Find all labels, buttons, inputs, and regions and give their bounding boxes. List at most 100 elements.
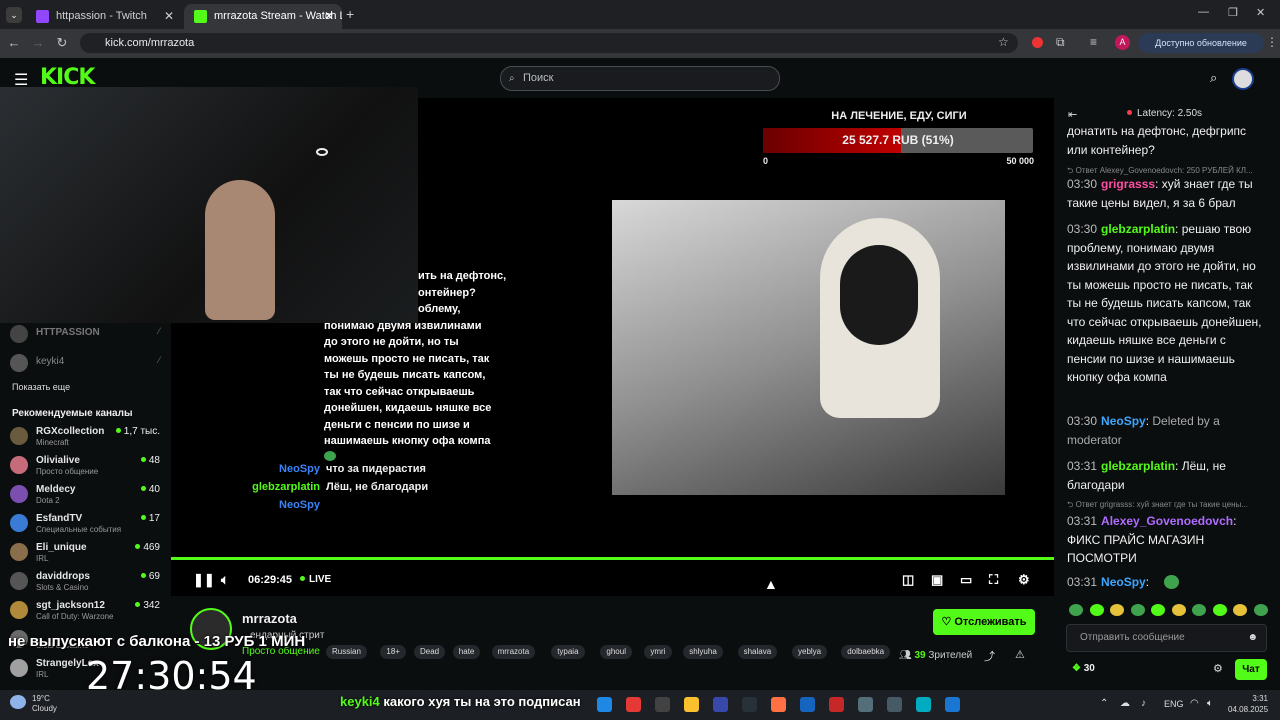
emote-icon[interactable] xyxy=(1253,604,1268,616)
emote-icon[interactable] xyxy=(1233,604,1247,616)
volume-icon[interactable]: 🔈︎ xyxy=(221,572,229,588)
taskbar-app-icon[interactable] xyxy=(655,697,670,712)
show-more-link[interactable]: Показать еще xyxy=(12,382,70,392)
recommended-channel[interactable]: Olivialive Просто общение 48 xyxy=(10,455,170,483)
taskbar-app-icon[interactable] xyxy=(800,697,815,712)
emote-icon[interactable] xyxy=(1192,604,1206,616)
media-icon[interactable]: ≡ xyxy=(1090,35,1097,49)
stream-tag[interactable]: ymri xyxy=(644,645,672,659)
chrome-update-button[interactable]: Доступно обновление Chrome xyxy=(1138,33,1264,68)
settings-gear-icon[interactable]: ⚙ xyxy=(1018,572,1030,588)
stream-tag[interactable]: ghoul xyxy=(600,645,632,659)
taskbar-app-icon[interactable] xyxy=(597,697,612,712)
follow-button[interactable]: ♡ Отслеживать xyxy=(933,609,1035,635)
emote-icon[interactable] xyxy=(1151,604,1165,616)
address-bar[interactable]: kick.com/mrrazota xyxy=(80,33,1018,53)
fullscreen-icon[interactable]: ⛶ xyxy=(989,572,998,588)
taskbar-app-icon[interactable] xyxy=(771,697,786,712)
taskbar-app-icon[interactable] xyxy=(626,697,641,712)
recommended-channel[interactable]: Meldecy Dota 2 40 xyxy=(10,484,170,512)
message-username[interactable]: NeoSpy xyxy=(1101,575,1146,589)
taskbar-app-icon[interactable] xyxy=(713,697,728,712)
stream-tag[interactable]: typaia xyxy=(551,645,585,659)
stream-tag[interactable]: shlyuha xyxy=(683,645,723,659)
message-username[interactable]: grigrasss xyxy=(1101,177,1155,191)
new-tab-icon[interactable]: + xyxy=(346,6,354,22)
forward-icon[interactable]: → xyxy=(30,35,46,50)
report-icon[interactable]: ⚠ xyxy=(1015,648,1025,661)
stream-tag[interactable]: 18+ xyxy=(380,645,406,659)
restore-icon[interactable]: ❐ xyxy=(1228,6,1238,19)
taskbar-app-icon[interactable] xyxy=(887,697,902,712)
tray-chevron-icon[interactable]: ⌃ xyxy=(1100,698,1108,709)
pause-icon[interactable]: ❚❚ xyxy=(193,572,215,588)
send-chat-button[interactable]: Чат xyxy=(1235,659,1267,680)
chat-settings-icon[interactable]: ⚙ xyxy=(1213,662,1223,675)
taskbar-clock[interactable]: 3:31 04.08.2025 xyxy=(1228,693,1268,715)
message-username[interactable]: Alexey_Govenoedovch xyxy=(1101,514,1233,528)
taskbar-app-icon[interactable] xyxy=(684,697,699,712)
taskbar-app-icon[interactable] xyxy=(829,697,844,712)
recommended-channel[interactable]: sgt_jackson12 Call of Duty: Warzone 342 xyxy=(10,600,170,628)
recommended-channel[interactable]: daviddrops Slots & Casino 69 xyxy=(10,571,170,599)
channel-points[interactable]: ❖ 30 xyxy=(1072,663,1095,674)
tab-twitch[interactable]: httpassion - Twitch ✕ xyxy=(26,4,182,29)
message-username[interactable]: glebzarplatin xyxy=(1101,222,1175,236)
search-input[interactable]: ⌕ Поиск xyxy=(500,66,780,91)
stream-tag[interactable]: Russian xyxy=(326,645,367,659)
stream-tag[interactable]: dolbaebka xyxy=(841,645,891,659)
reload-icon[interactable]: ↻ xyxy=(54,35,70,51)
emote-icon[interactable] xyxy=(1212,604,1227,616)
tab-kick[interactable]: mrrazota Stream - Watch Li ✕ xyxy=(184,4,342,29)
user-avatar[interactable] xyxy=(1232,68,1254,90)
emote-icon[interactable] xyxy=(1110,604,1124,616)
clip-icon[interactable]: ▣ xyxy=(931,572,943,588)
taskbar-app-icon[interactable] xyxy=(916,697,931,712)
close-tab-icon[interactable]: ✕ xyxy=(164,4,174,29)
minimize-icon[interactable]: — xyxy=(1198,6,1209,18)
tray-network-icon[interactable]: ☁ xyxy=(1120,698,1130,709)
chat-input[interactable]: Отправить сообщение ☻ xyxy=(1066,624,1267,652)
emote-icon[interactable] xyxy=(1089,604,1104,616)
followed-channel[interactable]: HTTPASSION ⁄ xyxy=(10,324,170,352)
theater-mode-icon[interactable]: ▭ xyxy=(960,572,972,588)
stream-tag[interactable]: Dead xyxy=(414,645,446,659)
mini-player-icon[interactable]: ◫ xyxy=(902,572,914,588)
stream-tag[interactable]: yeblya xyxy=(792,645,828,659)
extension-icon[interactable] xyxy=(1032,37,1043,48)
bookmark-star-icon[interactable]: ☆ xyxy=(998,35,1009,49)
stream-tag[interactable]: hate xyxy=(452,645,481,659)
tray-volume-icon[interactable]: 🔈︎ xyxy=(1207,698,1213,709)
weather-widget[interactable]: 19°C Cloudy xyxy=(10,694,57,714)
close-window-icon[interactable]: ✕ xyxy=(1256,6,1265,19)
emoji-icon[interactable]: ☻ xyxy=(1247,625,1258,651)
emote-icon[interactable] xyxy=(1069,604,1083,616)
taskbar-app-icon[interactable] xyxy=(858,697,873,712)
notifications-icon[interactable]: ⌕ xyxy=(1210,70,1217,86)
message-username[interactable]: NeoSpy xyxy=(1101,414,1146,428)
stream-tag[interactable]: shalava xyxy=(737,645,778,659)
emote-icon[interactable] xyxy=(1130,604,1145,616)
emote-icon[interactable] xyxy=(1171,604,1186,616)
close-tab-icon[interactable]: ✕ xyxy=(324,4,334,29)
browser-menu-icon[interactable]: ⋮ xyxy=(1266,35,1278,49)
message-username[interactable]: glebzarplatin xyxy=(1101,459,1175,473)
collapse-chat-icon[interactable]: ⇤ xyxy=(1068,108,1077,121)
back-icon[interactable]: ← xyxy=(6,35,22,50)
taskbar-app-icon[interactable] xyxy=(742,697,757,712)
recommended-channel[interactable]: EsfandTV Специальные события 17 xyxy=(10,513,170,541)
recommended-channel[interactable]: RGXcollection Minecraft 1,7 тыс. xyxy=(10,426,170,454)
channel-name[interactable]: mrrazota xyxy=(242,611,297,626)
followed-channel[interactable]: keyki4 ⁄ xyxy=(10,353,170,381)
profile-avatar[interactable]: A xyxy=(1115,35,1130,50)
language-indicator[interactable]: ENG xyxy=(1164,699,1184,709)
recommended-channel[interactable]: Eli_unique IRL 469 xyxy=(10,542,170,570)
tab-search-icon[interactable]: ⌄ xyxy=(6,7,22,23)
taskbar-app-icon[interactable] xyxy=(945,697,960,712)
extensions-puzzle-icon[interactable]: ⧉ xyxy=(1056,35,1065,50)
share-icon[interactable]: ⤴ xyxy=(984,648,995,664)
stream-tag[interactable]: mrrazota xyxy=(491,645,536,659)
tray-wifi-icon[interactable]: ◠ xyxy=(1190,698,1199,709)
stream-progress-bar[interactable] xyxy=(171,557,1054,560)
tray-mic-icon[interactable]: ♪ xyxy=(1141,698,1146,709)
